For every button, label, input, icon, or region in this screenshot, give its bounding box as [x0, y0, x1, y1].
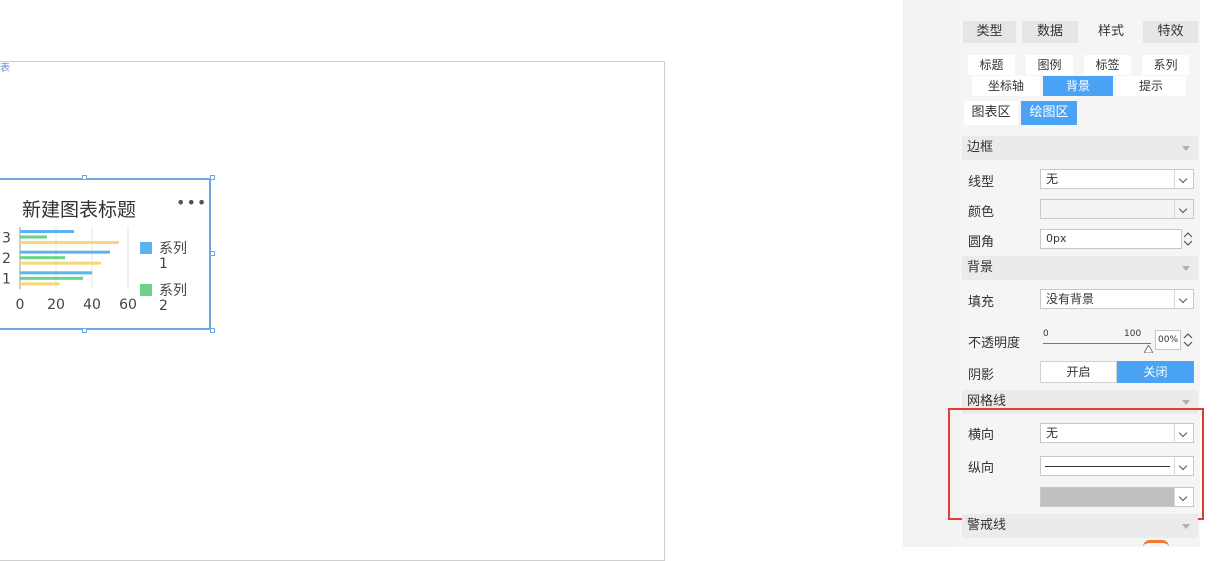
- opacity-slider[interactable]: [1043, 343, 1151, 344]
- legend-label: 系列: [159, 241, 187, 257]
- subtab-label[interactable]: 标签: [1084, 55, 1131, 75]
- opacity-input[interactable]: 00%: [1155, 330, 1181, 350]
- chart-plot: 1230 20 40 60系列1系列2: [2, 227, 187, 314]
- x-tick-label: 40: [83, 297, 101, 313]
- opacity-value: 00%: [1158, 335, 1179, 345]
- section-border[interactable]: 边框: [962, 136, 1198, 160]
- x-tick-label: 20: [47, 297, 65, 313]
- opacity-stepper[interactable]: [1182, 330, 1194, 350]
- resize-handle-bottom-right[interactable]: [210, 328, 215, 333]
- bar: [20, 256, 65, 260]
- opacity-max: 100: [1124, 329, 1142, 339]
- resize-handle-right[interactable]: [210, 251, 215, 256]
- collapse-icon: [1182, 266, 1190, 271]
- resize-handle-top[interactable]: [82, 175, 87, 180]
- subtab-axis[interactable]: 坐标轴: [972, 76, 1040, 96]
- fill-select[interactable]: 没有背景: [1040, 289, 1194, 309]
- radius-stepper[interactable]: [1182, 229, 1194, 249]
- line-type-select[interactable]: 无: [1040, 169, 1194, 189]
- subtab-background[interactable]: 背景: [1043, 76, 1113, 96]
- bar: [20, 282, 60, 286]
- section-warning-title: 警戒线: [967, 518, 1007, 533]
- section-background[interactable]: 背景: [962, 256, 1198, 280]
- chart-more-icon[interactable]: •••: [176, 193, 207, 212]
- tab-effects[interactable]: 特效: [1143, 21, 1198, 43]
- shadow-off-button[interactable]: 关闭: [1117, 361, 1194, 383]
- collapse-icon: [1182, 524, 1190, 529]
- fill-label: 填充: [968, 295, 995, 310]
- x-tick-label: 60: [119, 297, 137, 313]
- color-picker[interactable]: [1040, 199, 1194, 219]
- canvas-corner-text: 表: [0, 63, 10, 74]
- shadow-label: 阴影: [968, 368, 995, 383]
- tab-type[interactable]: 类型: [963, 21, 1016, 43]
- chevron-down-icon: [1174, 290, 1193, 308]
- line-type-value: 无: [1046, 172, 1059, 186]
- opacity-label: 不透明度: [968, 336, 1021, 351]
- subtab-title[interactable]: 标题: [968, 55, 1015, 75]
- chart-title: 新建图表标题: [22, 199, 137, 221]
- bar: [20, 241, 119, 244]
- chevron-down-icon: [1174, 170, 1193, 188]
- legend-label: 2: [159, 298, 168, 314]
- opacity-min: 0: [1043, 329, 1049, 339]
- radius-input[interactable]: 0px: [1040, 229, 1182, 249]
- tab-chart-area[interactable]: 图表区: [964, 101, 1018, 125]
- y-tick-label: 3: [2, 230, 11, 246]
- opacity-slider-handle[interactable]: [1143, 338, 1154, 357]
- radius-label: 圆角: [968, 235, 995, 250]
- tab-plot-area[interactable]: 绘图区: [1021, 101, 1077, 125]
- highlight-annotation-box: [948, 408, 1204, 520]
- section-warning-line[interactable]: 警戒线: [962, 514, 1198, 538]
- color-label: 颜色: [968, 205, 995, 220]
- subtab-series[interactable]: 系列: [1142, 55, 1189, 75]
- legend-label: 1: [159, 256, 168, 272]
- bar: [20, 230, 74, 233]
- annotation-arrow-mark: [1143, 540, 1169, 547]
- bar: [20, 250, 110, 254]
- section-background-title: 背景: [967, 260, 994, 275]
- bar: [20, 261, 101, 265]
- resize-handle-top-right[interactable]: [210, 175, 215, 180]
- legend-label: 系列: [159, 283, 187, 299]
- tab-data[interactable]: 数据: [1022, 21, 1078, 43]
- y-tick-label: 1: [2, 272, 11, 288]
- radius-value: 0px: [1046, 232, 1067, 245]
- collapse-icon: [1182, 400, 1190, 405]
- y-tick-label: 2: [2, 251, 11, 267]
- fill-value: 没有背景: [1046, 292, 1095, 306]
- subtab-legend[interactable]: 图例: [1026, 55, 1073, 75]
- legend-swatch: [140, 284, 152, 296]
- subtab-tooltip[interactable]: 提示: [1116, 76, 1186, 96]
- bar: [20, 235, 47, 239]
- bar: [20, 276, 83, 280]
- tab-style[interactable]: 样式: [1082, 21, 1140, 43]
- resize-handle-bottom[interactable]: [82, 328, 87, 333]
- line-type-label: 线型: [968, 175, 995, 190]
- x-tick-label: 0: [16, 297, 25, 313]
- shadow-on-button[interactable]: 开启: [1040, 361, 1117, 383]
- section-border-title: 边框: [967, 140, 994, 155]
- collapse-icon: [1182, 146, 1190, 151]
- chevron-down-icon: [1174, 200, 1193, 218]
- legend-swatch: [140, 242, 152, 254]
- bar: [20, 271, 92, 275]
